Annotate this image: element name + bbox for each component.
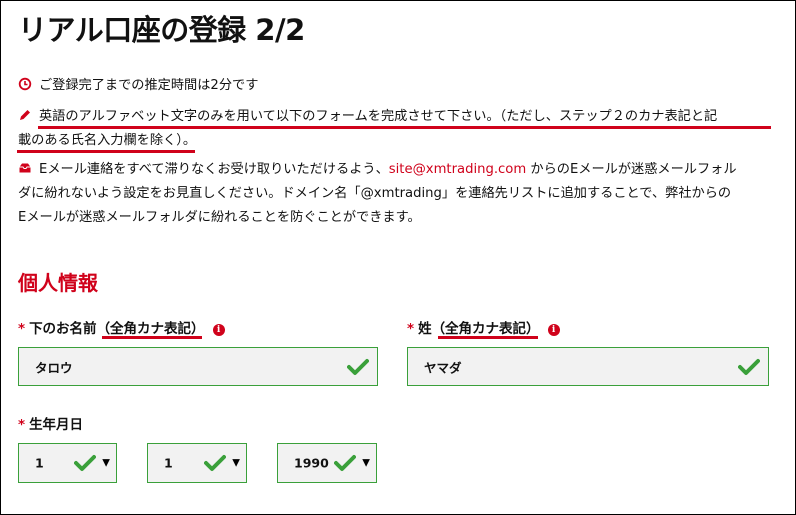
- first-name-input[interactable]: タロウ: [18, 347, 378, 386]
- clock-icon: [18, 77, 32, 91]
- last-name-label: * 姓（全角カナ表記） i: [407, 317, 560, 337]
- last-name-label-text: 姓: [418, 321, 432, 337]
- email-text-pre: Eメール連絡をすべて滞りなくお受け取りいただけるよう、: [39, 162, 389, 177]
- checkmark-icon: [204, 455, 226, 471]
- last-name-hint-underline: [438, 336, 538, 339]
- birth-month-value: 1: [164, 455, 173, 471]
- instruction-note: 英語のアルファベット文字のみを用いて以下のフォームを完成させて下さい。（ただし、…: [18, 105, 778, 153]
- page-title: リアル口座の登録 2/2: [18, 13, 305, 47]
- first-name-label-text: 下のお名前: [29, 321, 97, 337]
- last-name-label-hint: （全角カナ表記）: [431, 321, 540, 337]
- last-name-value: ヤマダ: [424, 360, 462, 375]
- time-estimate-text: ご登録完了までの推定時間は2分です: [39, 78, 259, 93]
- email-text-post: からのEメールが迷惑メールフォル: [526, 162, 737, 177]
- email-text-line2: ダに紛れないよう設定をお見直しください。ドメイン名「@xmtrading」を連絡…: [18, 186, 732, 201]
- checkmark-icon: [334, 455, 356, 471]
- first-name-value: タロウ: [35, 360, 73, 375]
- instruction-text-line2: 載のある氏名入力欄を除く）: [18, 133, 183, 148]
- checkmark-icon: [347, 358, 369, 375]
- caret-down-icon: ▼: [232, 457, 240, 469]
- info-icon[interactable]: i: [212, 324, 225, 336]
- birth-month-select[interactable]: 1 ▼: [147, 443, 247, 483]
- instruction-underline: [38, 126, 771, 129]
- instruction-text-tail: 。: [182, 133, 197, 148]
- required-mark: *: [18, 417, 26, 433]
- email-address-link[interactable]: site@xmtrading.com: [389, 162, 526, 177]
- required-mark: *: [407, 321, 415, 337]
- birthdate-label: * 生年月日: [18, 413, 83, 433]
- caret-down-icon: ▼: [102, 457, 110, 469]
- first-name-label: * 下のお名前（全角カナ表記） i: [18, 317, 225, 337]
- caret-down-icon: ▼: [362, 457, 370, 469]
- time-estimate-note: ご登録完了までの推定時間は2分です: [18, 74, 778, 98]
- email-note: Eメール連絡をすべて滞りなくお受け取りいただけるよう、site@xmtradin…: [18, 158, 778, 230]
- birth-day-value: 1: [35, 455, 44, 471]
- section-title-personal-info: 個人情報: [18, 271, 98, 295]
- last-name-input[interactable]: ヤマダ: [407, 347, 769, 386]
- info-icon[interactable]: i: [547, 324, 560, 336]
- birthdate-label-text: 生年月日: [29, 417, 84, 433]
- birth-year-select[interactable]: 1990 ▼: [277, 443, 377, 483]
- first-name-hint-underline: [102, 336, 202, 339]
- required-mark: *: [18, 321, 26, 337]
- birth-day-select[interactable]: 1 ▼: [18, 443, 117, 483]
- instruction-underline-2: [17, 150, 195, 153]
- birth-year-value: 1990: [294, 455, 329, 471]
- registration-form-panel: リアル口座の登録 2/2 ご登録完了までの推定時間は2分です 英語のアルファベッ…: [0, 0, 796, 515]
- checkmark-icon: [74, 455, 96, 471]
- pencil-icon: [20, 110, 30, 120]
- instruction-text-line1: 英語のアルファベット文字のみを用いて以下のフォームを完成させて下さい。（ただし、…: [39, 109, 718, 124]
- envelope-icon: [19, 163, 31, 173]
- checkmark-icon: [738, 358, 760, 375]
- first-name-label-hint: （全角カナ表記）: [96, 321, 205, 337]
- email-text-line3: Eメールが迷惑メールフォルダに紛れることを防ぐことができます。: [18, 210, 421, 225]
